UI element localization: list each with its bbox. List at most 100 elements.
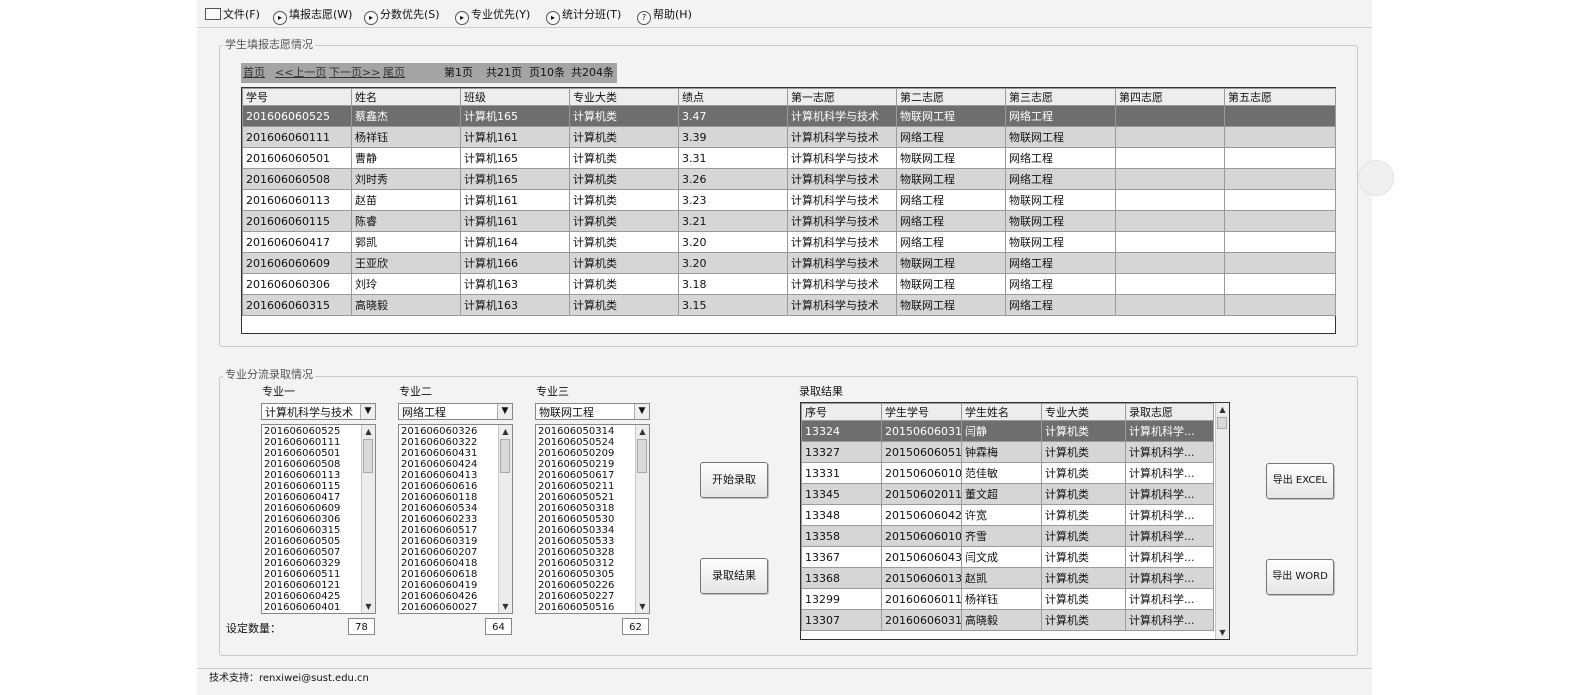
list-item[interactable]: 201606060413 (401, 470, 477, 481)
list-item[interactable]: 201606060027 (401, 602, 477, 613)
major-2-quota-input[interactable]: 64 (485, 618, 512, 635)
list-item[interactable]: 201606060121 (264, 580, 340, 591)
list-item[interactable]: 201606060431 (401, 448, 477, 459)
list-item[interactable]: 201606060401 (264, 602, 340, 613)
list-item[interactable]: 201606060419 (401, 580, 477, 591)
major-1-select[interactable]: 计算机科学与技术 ▼ (261, 403, 376, 420)
list-item[interactable]: 201606060418 (401, 558, 477, 569)
table-row[interactable]: 13327 201506060513 钟霖梅 计算机类 计算机科学... (801, 441, 1214, 463)
scroll-thumb[interactable] (363, 439, 373, 473)
pager-first-link[interactable]: 首页 (243, 63, 265, 83)
list-item[interactable]: 201606060115 (264, 481, 340, 492)
list-item[interactable]: 201606050524 (538, 437, 614, 448)
list-item[interactable]: 201606060501 (264, 448, 340, 459)
table-row[interactable]: 201606060315 高晓毅 计算机163 计算机类 3.15 计算机科学与技术 物联网… (242, 294, 1336, 316)
list-item[interactable]: 201606060525 (264, 426, 340, 437)
scroll-up-icon[interactable]: ▲ (499, 425, 512, 438)
list-item[interactable]: 201606060326 (401, 426, 477, 437)
list-item[interactable]: 201606050617 (538, 470, 614, 481)
list-item[interactable]: 201606060113 (264, 470, 340, 481)
scroll-down-icon[interactable]: ▼ (1216, 626, 1229, 639)
list-item[interactable]: 201606060329 (264, 558, 340, 569)
applications-table[interactable]: 学号 姓名 班级 专业大类 绩点 第一志愿 第二志愿 第三志愿 第四志愿 第五志愿 2016060… (241, 87, 1336, 334)
list-item[interactable]: 201606060306 (264, 514, 340, 525)
menu-file[interactable]: 文件(F) (205, 4, 260, 26)
list-item[interactable]: 201606060616 (401, 481, 477, 492)
export-excel-button[interactable]: 导出 EXCEL (1266, 463, 1334, 499)
scroll-up-icon[interactable]: ▲ (636, 425, 649, 438)
list-item[interactable]: 201606060111 (264, 437, 340, 448)
chevron-down-icon[interactable]: ▼ (634, 404, 649, 419)
scroll-down-icon[interactable]: ▼ (362, 600, 375, 613)
list-item[interactable]: 201606060609 (264, 503, 340, 514)
list-item[interactable]: 201606050530 (538, 514, 614, 525)
list-item[interactable]: 201606060618 (401, 569, 477, 580)
menu-class-statistics[interactable]: ▸ 统计分班(T) (546, 4, 621, 26)
table-row[interactable]: 201606060508 刘时秀 计算机165 计算机类 3.26 计算机科学与技术 物联网… (242, 168, 1336, 190)
menu-score-first[interactable]: ▸ 分数优先(S) (364, 4, 440, 26)
table-row[interactable]: 201606060609 王亚欣 计算机166 计算机类 3.20 计算机科学与技术 物联网… (242, 252, 1336, 274)
table-row[interactable]: 13358 201506060108 齐雪 计算机类 计算机科学... (801, 525, 1214, 547)
list-item[interactable]: 201606060505 (264, 536, 340, 547)
table-row[interactable]: 201606060306 刘玲 计算机163 计算机类 3.18 计算机科学与技术 物联网工… (242, 273, 1336, 295)
start-admission-button[interactable]: 开始录取 (700, 462, 768, 498)
list-item[interactable]: 201606050328 (538, 547, 614, 558)
chevron-down-icon[interactable]: ▼ (497, 404, 512, 419)
list-item[interactable]: 201606050219 (538, 459, 614, 470)
list-item[interactable]: 201606050226 (538, 580, 614, 591)
major-1-quota-input[interactable]: 78 (348, 618, 375, 635)
scroll-thumb[interactable] (637, 439, 647, 473)
list-item[interactable]: 201606050211 (538, 481, 614, 492)
list-item[interactable]: 201606060319 (401, 536, 477, 547)
export-word-button[interactable]: 导出 WORD (1266, 559, 1334, 595)
scroll-down-icon[interactable]: ▼ (499, 600, 512, 613)
major-2-select[interactable]: 网络工程 ▼ (398, 403, 513, 420)
table-row[interactable]: 201606060111 杨祥钰 计算机161 计算机类 3.39 计算机科学与技术 网络工… (242, 126, 1336, 148)
table-row[interactable]: 13345 201506020119 董文超 计算机类 计算机科学... (801, 483, 1214, 505)
list-item[interactable]: 201606050334 (538, 525, 614, 536)
list-item[interactable]: 201606050209 (538, 448, 614, 459)
list-item[interactable]: 201606050312 (538, 558, 614, 569)
scroll-up-icon[interactable]: ▲ (1216, 403, 1229, 416)
scroll-thumb[interactable] (1217, 417, 1227, 429)
scrollbar[interactable]: ▲ ▼ (498, 425, 512, 613)
table-row[interactable]: 13367 201506060430 闫文成 计算机类 计算机科学... (801, 546, 1214, 568)
list-item[interactable]: 201606050314 (538, 426, 614, 437)
list-item[interactable]: 201606060517 (401, 525, 477, 536)
table-row[interactable]: 201606060115 陈睿 计算机161 计算机类 3.21 计算机科学与技术 网络工程… (242, 210, 1336, 232)
list-item[interactable]: 201606060534 (401, 503, 477, 514)
list-item[interactable]: 201606050305 (538, 569, 614, 580)
menu-fill-application[interactable]: ▸ 填报志愿(W) (273, 4, 352, 26)
table-row[interactable]: 201606060501 曹静 计算机165 计算机类 3.31 计算机科学与技术 物联网工… (242, 147, 1336, 169)
scrollbar[interactable]: ▲ ▼ (361, 425, 375, 613)
list-item[interactable]: 201606060425 (264, 591, 340, 602)
table-row[interactable]: 13348 201506060429 许宽 计算机类 计算机科学... (801, 504, 1214, 526)
menu-major-first[interactable]: ▸ 专业优先(Y) (455, 4, 530, 26)
list-item[interactable]: 201606060233 (401, 514, 477, 525)
major-1-student-list[interactable]: 201606060525 201606060111 201606060501 2016… (261, 424, 376, 614)
pager-next-link[interactable]: 下一页>> (329, 63, 380, 83)
table-row[interactable]: 201606060113 赵苗 计算机161 计算机类 3.23 计算机科学与技术 网络工程… (242, 189, 1336, 211)
list-item[interactable]: 201606060322 (401, 437, 477, 448)
list-item[interactable]: 201606060315 (264, 525, 340, 536)
admission-result-button[interactable]: 录取结果 (700, 558, 768, 594)
major-3-select[interactable]: 物联网工程 ▼ (535, 403, 650, 420)
scroll-down-icon[interactable]: ▼ (636, 600, 649, 613)
table-row[interactable]: 13324 201506060310 闫静 计算机类 计算机科学... (801, 420, 1214, 442)
menu-help[interactable]: ? 帮助(H) (637, 4, 692, 26)
scroll-thumb[interactable] (500, 439, 510, 473)
list-item[interactable]: 201606060426 (401, 591, 477, 602)
table-row[interactable]: 201606060525 蔡鑫杰 计算机165 计算机类 3.47 计算机科学与技术 物联网… (242, 105, 1336, 127)
pager-prev-link[interactable]: <<上一页 (275, 63, 326, 83)
list-item[interactable]: 201606060417 (264, 492, 340, 503)
table-row[interactable]: 13299 201606060111 杨祥钰 计算机类 计算机科学... (801, 588, 1214, 610)
table-row[interactable]: 13368 201506060132 赵凯 计算机类 计算机科学... (801, 567, 1214, 589)
list-item[interactable]: 201606060508 (264, 459, 340, 470)
table-row[interactable]: 13307 201606060315 高晓毅 计算机类 计算机科学... (801, 609, 1214, 631)
list-item[interactable]: 201606060507 (264, 547, 340, 558)
scrollbar[interactable]: ▲ ▼ (635, 425, 649, 613)
major-3-quota-input[interactable]: 62 (622, 618, 649, 635)
scroll-up-icon[interactable]: ▲ (362, 425, 375, 438)
list-item[interactable]: 201606050227 (538, 591, 614, 602)
list-item[interactable]: 201606060118 (401, 492, 477, 503)
